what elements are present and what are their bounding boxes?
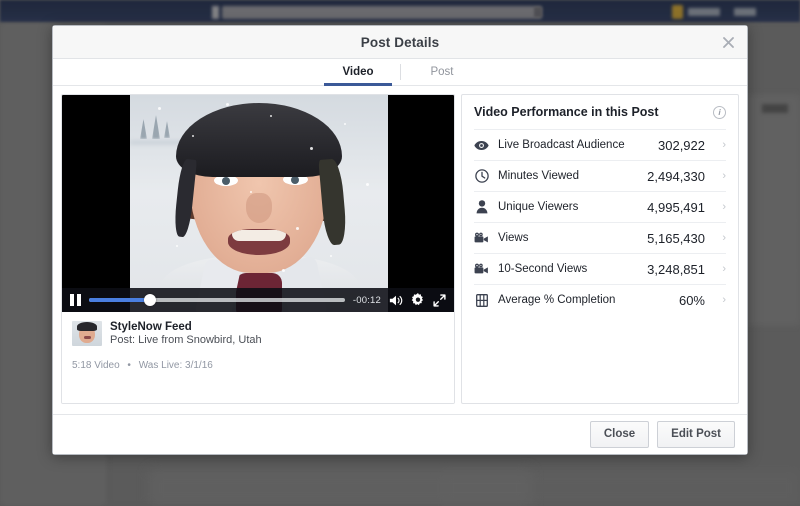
metric-label: Live Broadcast Audience [498, 139, 625, 151]
metric-row-live-broadcast-audience[interactable]: Live Broadcast Audience 302,922 › [474, 129, 726, 160]
snowflake [270, 115, 272, 117]
gear-icon[interactable] [411, 293, 425, 307]
post-details-dialog: Post Details Video Post -00:12 StyleNow … [52, 25, 748, 455]
metric-label: 10-Second Views [498, 263, 588, 275]
avatar-mouth [84, 336, 91, 339]
chevron-right-icon: › [722, 201, 726, 213]
dialog-header: Post Details [53, 26, 747, 59]
metric-row-views[interactable]: Views 5,165,430 › [474, 222, 726, 253]
tab-video[interactable]: Video [316, 59, 400, 86]
snowflake [344, 123, 346, 125]
metric-row-average-completion[interactable]: Average % Completion 60% › [474, 284, 726, 315]
video-player[interactable]: -00:12 [62, 95, 454, 312]
eye-icon [474, 140, 489, 151]
dialog-tabs: Video Post [53, 59, 747, 86]
edit-post-button[interactable]: Edit Post [657, 421, 735, 448]
progress-track [89, 294, 345, 306]
video-camera-icon [474, 232, 489, 244]
nose [246, 193, 272, 223]
pause-icon[interactable] [70, 294, 81, 306]
pupil [222, 177, 230, 185]
snowflake [296, 227, 299, 230]
clock-icon [474, 169, 489, 183]
metric-value: 3,248,851 [647, 261, 705, 277]
post-description: Post: Live from Snowbird, Utah [110, 334, 262, 346]
chevron-right-icon: › [722, 232, 726, 244]
chevron-right-icon: › [722, 139, 726, 151]
ski-helmet [176, 103, 342, 177]
snowflake [250, 191, 252, 193]
chevron-right-icon: › [722, 294, 726, 306]
metric-value: 2,494,330 [647, 168, 705, 184]
metric-row-ten-second-views[interactable]: 10-Second Views 3,248,851 › [474, 253, 726, 284]
video-camera-icon [474, 263, 489, 275]
post-info: StyleNow Feed Post: Live from Snowbird, … [62, 312, 454, 403]
post-meta: StyleNow Feed Post: Live from Snowbird, … [110, 321, 262, 346]
helmet-strap [318, 158, 348, 246]
metric-value: 4,995,491 [647, 199, 705, 215]
tab-post-label: Post [430, 66, 454, 78]
metric-value: 302,922 [658, 137, 705, 153]
tab-post[interactable]: Post [400, 59, 484, 85]
avatar-helmet [77, 322, 97, 331]
dialog-footer: Close Edit Post [53, 414, 747, 454]
expand-icon[interactable] [433, 293, 446, 307]
chevron-right-icon: › [722, 263, 726, 275]
metric-label: Unique Viewers [498, 201, 579, 213]
metric-row-minutes-viewed[interactable]: Minutes Viewed 2,494,330 › [474, 160, 726, 191]
volume-icon[interactable] [389, 294, 403, 307]
video-frame [130, 95, 388, 312]
panel-header: Video Performance in this Post i [474, 105, 726, 129]
progress-fill [89, 298, 151, 302]
mouth [228, 229, 290, 255]
snowflake [366, 183, 369, 186]
close-button[interactable]: Close [589, 421, 650, 448]
snowflake [330, 255, 332, 257]
snowflake [176, 245, 178, 247]
subject-person [160, 103, 360, 312]
snowflake [158, 107, 161, 110]
metric-label: Average % Completion [498, 294, 616, 306]
video-progress-bar[interactable] [89, 288, 345, 312]
info-icon[interactable]: i [713, 105, 726, 119]
page-title: Post Details [360, 34, 440, 50]
pupil [291, 176, 299, 184]
page-name[interactable]: StyleNow Feed [110, 321, 262, 333]
close-icon[interactable] [719, 33, 737, 51]
chevron-right-icon: › [722, 170, 726, 182]
snowflake [226, 103, 229, 106]
video-performance-panel: Video Performance in this Post i Live Br… [461, 94, 739, 404]
video-duration-label: 5:18 Video [72, 360, 120, 371]
progress-scrubber[interactable] [144, 294, 157, 306]
dialog-body: -00:12 StyleNow Feed Post: Live from Sno… [53, 86, 747, 414]
post-footer-meta: 5:18 Video • Was Live: 3/1/16 [72, 360, 444, 371]
metric-value: 5,165,430 [647, 230, 705, 246]
was-live-label: Was Live: 3/1/16 [138, 360, 213, 371]
metric-label: Views [498, 232, 529, 244]
metric-row-unique-viewers[interactable]: Unique Viewers 4,995,491 › [474, 191, 726, 222]
time-remaining-label: -00:12 [352, 294, 381, 306]
video-card: -00:12 StyleNow Feed Post: Live from Sno… [61, 94, 455, 404]
teeth [232, 230, 286, 241]
avatar[interactable] [72, 321, 102, 346]
meta-separator: • [127, 360, 131, 371]
snowflake [192, 135, 194, 137]
film-strip-icon [474, 293, 489, 307]
snowflake [310, 147, 313, 150]
tab-video-label: Video [342, 66, 374, 78]
snowflake [282, 269, 285, 272]
metric-value: 60% [678, 292, 705, 308]
person-icon [474, 200, 489, 214]
video-controls-bar: -00:12 [62, 288, 454, 312]
panel-title: Video Performance in this Post [474, 105, 659, 119]
metric-label: Minutes Viewed [498, 170, 579, 182]
post-author-row: StyleNow Feed Post: Live from Snowbird, … [72, 321, 444, 346]
